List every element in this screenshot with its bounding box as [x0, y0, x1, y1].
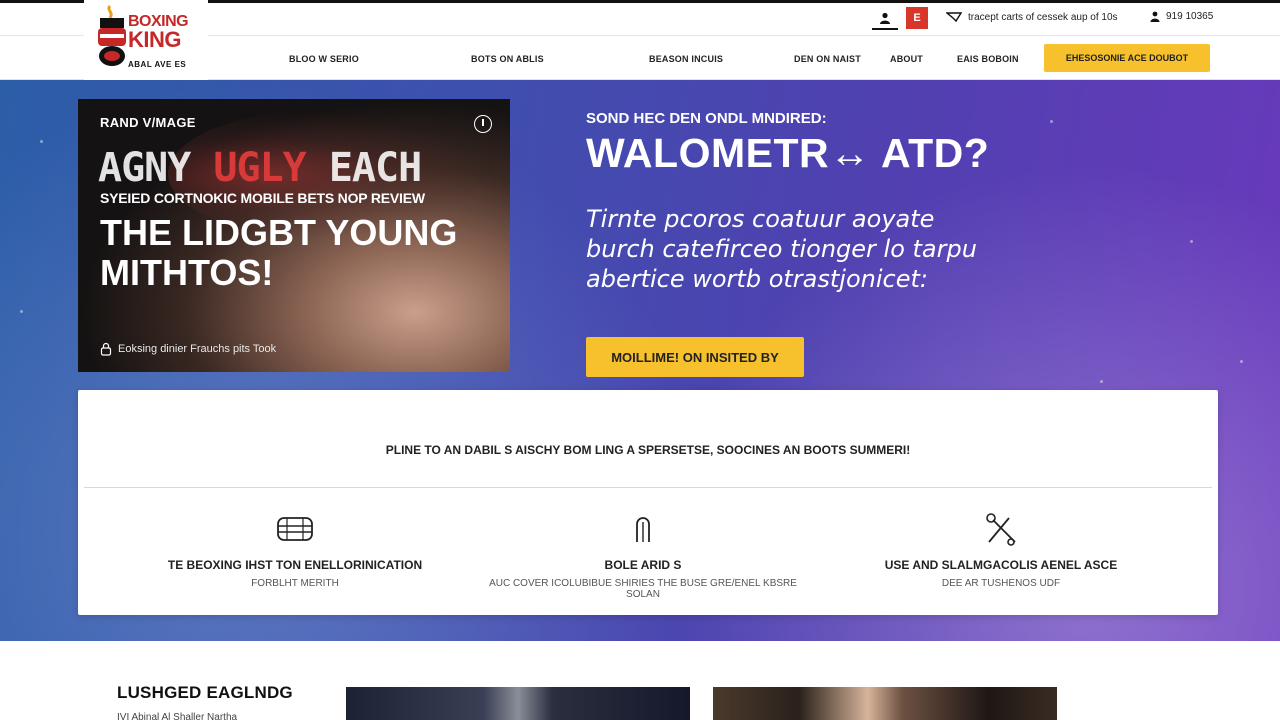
- lock-icon: [100, 342, 112, 356]
- nav-item-about[interactable]: ABOUT: [890, 54, 923, 64]
- divider: [84, 487, 1212, 488]
- feature-subtitle: AUC COVER ICOLUBIBUE SHIRIES THE BUSE GR…: [489, 578, 797, 600]
- promo-big-text: AGNY UGLY EACH: [98, 145, 422, 191]
- hero-sparkle: [1100, 380, 1103, 383]
- promo-strap: SYEIED CORTNOKIC MOBILE BETS NOP REVIEW: [100, 190, 425, 206]
- feature-item[interactable]: USE AND SLALMGACOLIS AENEL ASCE DEE AR T…: [831, 510, 1171, 589]
- nav-item-blog-series[interactable]: BLOO W SERIO: [289, 54, 359, 64]
- phone-number: 919 10365: [1166, 11, 1214, 22]
- boxing-glove-logo-icon: [98, 4, 126, 66]
- hero-lead: Tirnte pcoros coatuur aoyate burch catef…: [586, 205, 977, 293]
- site-logo[interactable]: BOXING KING ABAL AVE ES: [84, 0, 208, 80]
- flag-label: E: [913, 12, 921, 24]
- feature-item[interactable]: TE BEOXING IHST TON ENELLORINICATION FOR…: [125, 510, 465, 589]
- feature-title: BOLE ARID S: [604, 558, 682, 572]
- hero-sparkle: [1190, 240, 1193, 243]
- hero-cta-button[interactable]: MOILLIME! ON INSITED BY: [586, 337, 804, 377]
- promo-headline: THE LIDGBT YOUNG MITHTOS!: [100, 212, 458, 293]
- promo-footer: Eoksing dinier Frauchs pits Took: [100, 342, 276, 356]
- nav-item-bots[interactable]: BOTS ON ABLIS: [471, 54, 544, 64]
- nav-item-den[interactable]: DEN ON NAIST: [794, 54, 861, 64]
- promo-big-text-2: EACH: [305, 145, 422, 191]
- logo-tagline: ABAL AVE ES: [128, 60, 187, 69]
- hero-kicker: SOND HEC DEN ONDL MNDIRED:: [586, 110, 827, 127]
- hero-section: RAND V/MAGE AGNY UGLY EACH SYEIED CORTNO…: [0, 80, 1280, 641]
- hero-sparkle: [1240, 360, 1243, 363]
- promo-link[interactable]: tracept carts of cessek aup of 10s: [946, 11, 1118, 23]
- feature-item[interactable]: BOLE ARID S AUC COVER ICOLUBIBUE SHIRIES…: [473, 510, 813, 600]
- account-button[interactable]: [872, 8, 898, 30]
- hero-sparkle: [40, 140, 43, 143]
- promo-brand: RAND V/MAGE: [100, 115, 196, 130]
- section-title: LUSHGED EAGLNDG: [117, 683, 293, 702]
- tag-icon: [946, 12, 962, 23]
- feature-subtitle: DEE AR TUSHENOS UDF: [941, 578, 1061, 589]
- nav-item-eais[interactable]: EAIS BOBOIN: [957, 54, 1019, 64]
- article-thumbnail[interactable]: [346, 687, 690, 720]
- article-thumbnail[interactable]: [713, 687, 1057, 720]
- flag-button[interactable]: E: [906, 7, 928, 29]
- feature-heading: PLINE TO AN DABIL S AISCHY BOM LING A SP…: [385, 443, 911, 457]
- user-icon: [1150, 11, 1160, 22]
- hero-title: WALOMETR↔ ATD?: [586, 130, 990, 176]
- feature-title: TE BEOXING IHST TON ENELLORINICATION: [167, 558, 423, 572]
- promo-card[interactable]: RAND V/MAGE AGNY UGLY EACH SYEIED CORTNO…: [78, 99, 510, 372]
- user-icon: [880, 12, 890, 24]
- feature-title: USE AND SLALMGACOLIS AENEL ASCE: [884, 558, 1118, 572]
- promo-text: tracept carts of cessek aup of 10s: [968, 11, 1118, 23]
- arch-icon: [636, 517, 650, 542]
- hero-sparkle: [20, 310, 23, 313]
- nav-cta-button[interactable]: EHESOSONIE ACE DOUBOT: [1044, 44, 1210, 72]
- info-icon[interactable]: [474, 115, 492, 133]
- promo-footer-text: Eoksing dinier Frauchs pits Took: [118, 343, 277, 355]
- logo-wordmark: BOXING KING: [128, 14, 189, 52]
- hero-cta-label: MOILLIME! ON INSITED BY: [611, 349, 779, 365]
- promo-big-text-1: AGNY: [98, 145, 214, 191]
- hero-sparkle: [1050, 120, 1053, 123]
- nav-item-season[interactable]: BEASON INCUIS: [649, 54, 723, 64]
- section-text: IVI Abinal Al Shaller Nartha: [117, 712, 238, 720]
- logo-line-2: KING: [128, 27, 182, 52]
- crossed-tools-icon: [986, 513, 1016, 546]
- promo-big-text-red: UGLY: [213, 145, 306, 191]
- phone-link[interactable]: 919 10365: [1150, 11, 1213, 22]
- boxing-ring-icon: [277, 517, 313, 541]
- nav-cta-label: EHESOSONIE ACE DOUBOT: [1065, 53, 1189, 63]
- feature-subtitle: FORBLHT MERITH: [251, 578, 339, 589]
- feature-panel: PLINE TO AN DABIL S AISCHY BOM LING A SP…: [78, 390, 1218, 615]
